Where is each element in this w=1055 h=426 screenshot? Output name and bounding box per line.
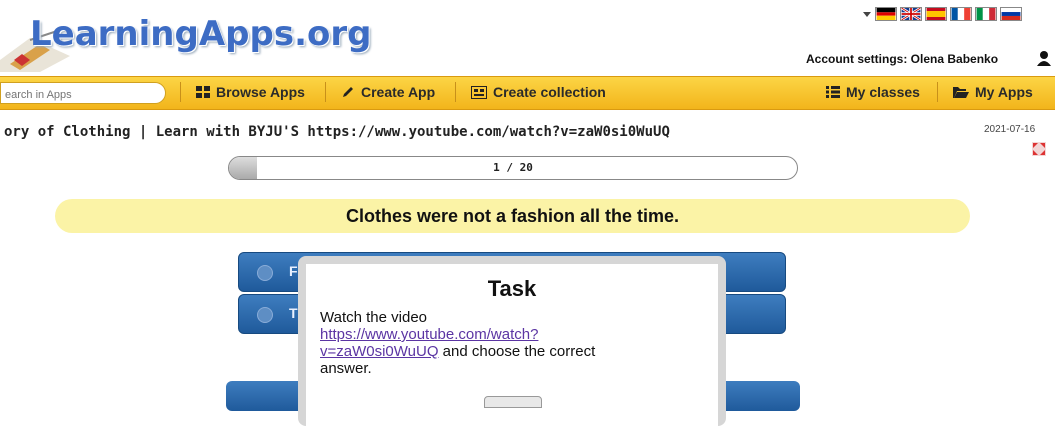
task-description: Watch the video https://www.youtube.com/… bbox=[320, 309, 650, 377]
de-flag-icon[interactable] bbox=[875, 7, 897, 21]
nav-divider bbox=[325, 82, 326, 102]
my-apps-label: My Apps bbox=[975, 84, 1033, 100]
answer-label: T bbox=[289, 305, 298, 321]
fr-flag-icon[interactable] bbox=[950, 7, 972, 21]
fullscreen-icon[interactable] bbox=[1032, 142, 1046, 156]
radio-button[interactable] bbox=[257, 265, 273, 281]
video-link-part2: v=zaW0si0WuUQ bbox=[320, 343, 439, 360]
create-app-label: Create App bbox=[361, 84, 436, 100]
my-classes-label: My classes bbox=[846, 84, 920, 100]
browse-apps-button[interactable]: Browse Apps bbox=[196, 76, 305, 108]
search-input[interactable] bbox=[0, 82, 166, 104]
app-title: ory of Clothing | Learn with BYJU'S http… bbox=[4, 124, 670, 140]
create-collection-button[interactable]: Create collection bbox=[471, 76, 606, 108]
grid-icon bbox=[196, 86, 210, 98]
task-line: answer. bbox=[320, 360, 372, 377]
task-line: Watch the video bbox=[320, 309, 427, 326]
create-collection-label: Create collection bbox=[493, 84, 606, 100]
app-date: 2021-07-16 bbox=[984, 124, 1036, 135]
user-icon[interactable] bbox=[1036, 50, 1052, 66]
radio-button[interactable] bbox=[257, 307, 273, 323]
my-classes-button[interactable]: My classes bbox=[826, 76, 920, 108]
language-flags bbox=[862, 6, 1022, 22]
folder-open-icon bbox=[953, 87, 969, 98]
task-title: Task bbox=[487, 276, 537, 301]
chevron-down-icon[interactable] bbox=[862, 9, 872, 19]
uk-flag-icon[interactable] bbox=[900, 7, 922, 21]
it-flag-icon[interactable] bbox=[975, 7, 997, 21]
my-apps-button[interactable]: My Apps bbox=[953, 76, 1033, 108]
ok-button[interactable] bbox=[484, 396, 542, 408]
answer-label: F bbox=[289, 263, 298, 279]
progress-counter: 1 / 20 bbox=[493, 161, 533, 174]
nav-divider bbox=[180, 82, 181, 102]
question-text: Clothes were not a fashion all the time. bbox=[55, 199, 970, 233]
account-settings-link[interactable]: Account settings: Olena Babenko bbox=[806, 52, 998, 66]
nav-divider bbox=[455, 82, 456, 102]
video-link-part1: https://www.youtube.com/watch? bbox=[320, 326, 539, 343]
collection-icon bbox=[471, 85, 487, 99]
site-logo[interactable]: LearningApps.org bbox=[30, 14, 371, 54]
list-icon bbox=[826, 86, 840, 98]
ru-flag-icon[interactable] bbox=[1000, 7, 1022, 21]
es-flag-icon[interactable] bbox=[925, 7, 947, 21]
pencil-icon bbox=[343, 87, 353, 97]
nav-divider bbox=[937, 82, 938, 102]
browse-apps-label: Browse Apps bbox=[216, 84, 305, 100]
create-app-button[interactable]: Create App bbox=[341, 76, 435, 108]
task-line: and choose the correct bbox=[438, 343, 596, 360]
